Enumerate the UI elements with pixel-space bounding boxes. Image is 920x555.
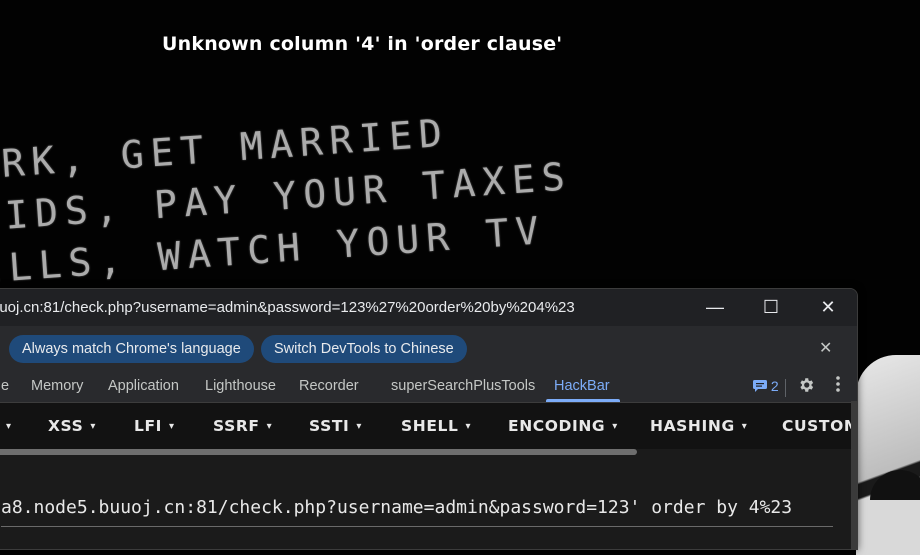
- tab-supersearchplustools[interactable]: superSearchPlusTools: [391, 378, 535, 394]
- devtools-titlebar[interactable]: uuoj.cn:81/check.php?username=admin&pass…: [0, 289, 857, 326]
- hackbar-content: a8.node5.buuoj.cn:81/check.php?username=…: [0, 455, 857, 549]
- menu-hashing[interactable]: HASHING ▾: [650, 417, 747, 435]
- settings-button[interactable]: [797, 376, 815, 399]
- issues-button[interactable]: 2: [753, 378, 779, 394]
- menu-encoding[interactable]: ENCODING ▾: [508, 417, 618, 435]
- window-title: uuoj.cn:81/check.php?username=admin&pass…: [0, 299, 575, 316]
- chevron-down-icon: ▾: [266, 421, 273, 432]
- chevron-down-icon: ▾: [356, 421, 362, 432]
- tab-application[interactable]: Application: [108, 378, 179, 394]
- close-infobar-icon[interactable]: ✕: [819, 338, 832, 358]
- tab-lighthouse[interactable]: Lighthouse: [205, 378, 276, 394]
- kebab-menu-icon: [836, 376, 840, 392]
- url-input-underline: [1, 526, 833, 527]
- menu-ssrf-label: SSRF: [213, 417, 260, 435]
- chevron-down-icon: ▾: [90, 421, 97, 432]
- maximize-button[interactable]: ☐: [743, 289, 799, 326]
- menu-truncated-caret[interactable]: ▾: [0, 417, 12, 435]
- always-match-language-button[interactable]: Always match Chrome's language: [9, 335, 254, 363]
- menu-ssrf[interactable]: SSRF ▾: [213, 417, 272, 435]
- chevron-down-icon: ▾: [6, 421, 12, 432]
- menu-ssti-label: SSTI: [309, 417, 350, 435]
- issues-count: 2: [770, 378, 779, 394]
- background-typewriter-text: ORK, GET MARRIED KIDS, PAY YOUR TAXES IL…: [0, 98, 580, 299]
- close-window-button[interactable]: ✕: [800, 289, 856, 326]
- active-tab-indicator: [546, 399, 620, 402]
- more-options-button[interactable]: [835, 375, 841, 398]
- language-infobar: Always match Chrome's language Switch De…: [0, 326, 857, 372]
- menu-xss[interactable]: XSS ▾: [48, 417, 96, 435]
- menu-encoding-label: ENCODING: [508, 417, 606, 435]
- menu-lfi-label: LFI: [134, 417, 163, 435]
- menu-custom-label: CUSTOM: [782, 417, 858, 435]
- menu-hashing-label: HASHING: [650, 417, 735, 435]
- tab-truncated[interactable]: e: [1, 378, 9, 394]
- minimize-button[interactable]: —: [687, 289, 743, 326]
- sql-error-message: Unknown column '4' in 'order clause': [162, 33, 563, 55]
- devtools-tabbar: e Memory Application Lighthouse Recorder…: [0, 372, 857, 403]
- toolbar-divider: [785, 379, 786, 397]
- menu-xss-label: XSS: [48, 417, 84, 435]
- menu-lfi[interactable]: LFI ▾: [134, 417, 175, 435]
- chevron-down-icon: ▾: [741, 421, 748, 432]
- tab-hackbar[interactable]: HackBar: [554, 378, 610, 394]
- tab-memory[interactable]: Memory: [31, 378, 83, 394]
- url-input[interactable]: a8.node5.buuoj.cn:81/check.php?username=…: [1, 497, 831, 523]
- mask-image: [856, 355, 920, 555]
- chevron-down-icon: ▾: [465, 421, 472, 432]
- menu-ssti[interactable]: SSTI ▾: [309, 417, 362, 435]
- menu-shell-label: SHELL: [401, 417, 459, 435]
- issues-icon: [753, 380, 767, 392]
- switch-to-chinese-button[interactable]: Switch DevTools to Chinese: [261, 335, 467, 363]
- hackbar-menubar: ▾ XSS ▾ LFI ▾ SSRF ▾ SSTI ▾ SHELL ▾ ENCODING ▾…: [0, 403, 857, 449]
- menu-shell[interactable]: SHELL ▾: [401, 417, 471, 435]
- menu-custom[interactable]: CUSTOM: [782, 417, 858, 435]
- devtools-window: uuoj.cn:81/check.php?username=admin&pass…: [0, 288, 858, 550]
- tab-recorder[interactable]: Recorder: [299, 378, 359, 394]
- gear-icon: [800, 378, 814, 392]
- chevron-down-icon: ▾: [612, 421, 618, 432]
- chevron-down-icon: ▾: [169, 421, 175, 432]
- vertical-scrollbar[interactable]: [851, 401, 857, 549]
